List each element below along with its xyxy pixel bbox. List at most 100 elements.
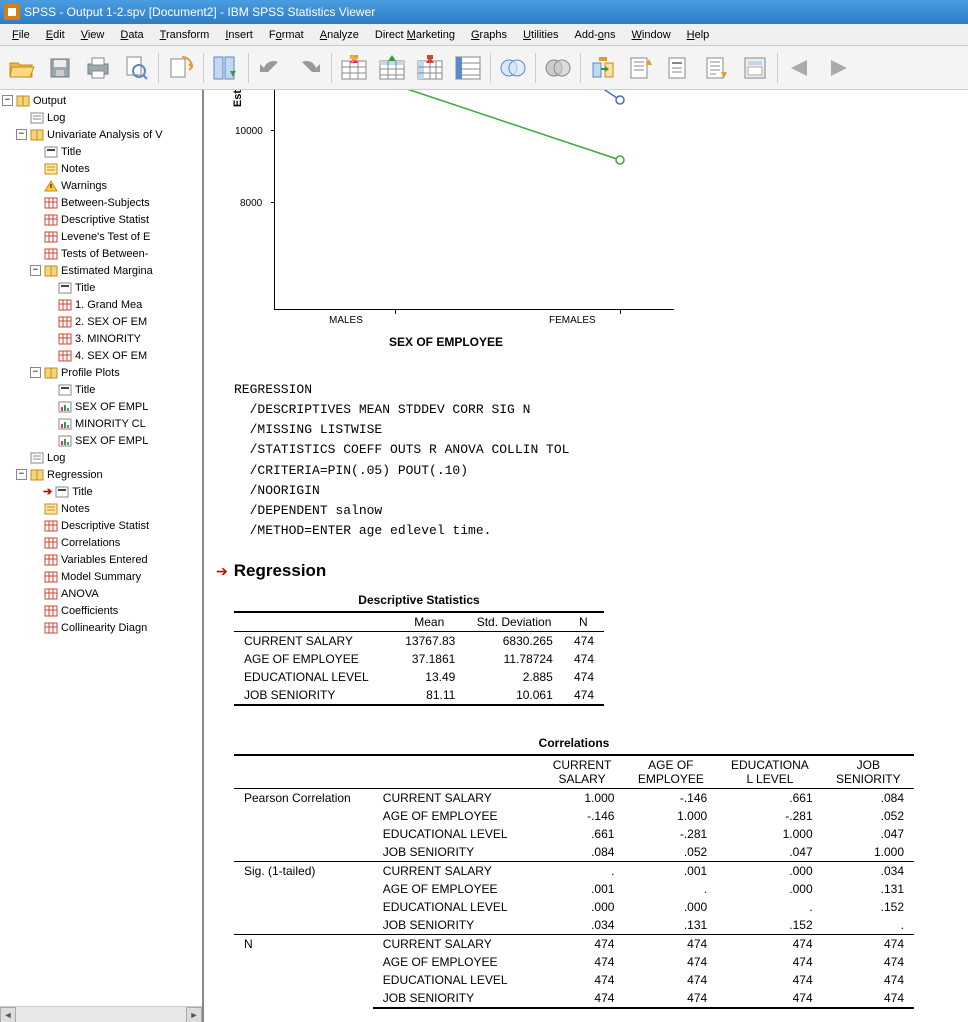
menu-data[interactable]: Data	[112, 27, 151, 43]
outline-item[interactable]: Between-Subjects	[2, 194, 200, 211]
recall-dialog-button[interactable]	[208, 50, 244, 86]
scroll-left-button[interactable]: ◄	[0, 1007, 16, 1022]
cell: .661	[540, 825, 625, 843]
outline-item[interactable]: Notes	[2, 160, 200, 177]
current-marker-icon: ➔	[43, 485, 52, 498]
select-last-button[interactable]	[495, 50, 531, 86]
outline-item[interactable]: Descriptive Statist	[2, 211, 200, 228]
outline-item[interactable]: Log	[2, 449, 200, 466]
regression-heading: Regression	[234, 561, 327, 581]
expand-toggle-icon[interactable]: −	[30, 265, 41, 276]
outline-item[interactable]: Warnings	[2, 177, 200, 194]
expand-toggle-icon[interactable]: −	[16, 469, 27, 480]
correlations-table[interactable]: Correlations CURRENTSALARY AGE OFEMPLOYE…	[234, 736, 914, 1009]
outline-item-label: Log	[47, 112, 65, 124]
menu-insert[interactable]: Insert	[217, 27, 261, 43]
outline-item[interactable]: SEX OF EMPL	[2, 432, 200, 449]
outline-item[interactable]: Correlations	[2, 534, 200, 551]
row-label: AGE OF EMPLOYEE	[373, 880, 540, 898]
profile-plot-chart[interactable]: Est 10000 8000	[224, 90, 724, 360]
export-button[interactable]	[163, 50, 199, 86]
cell: 13.49	[393, 668, 465, 686]
outline-item-icon	[43, 162, 59, 176]
menu-addons[interactable]: Add-ons	[567, 27, 624, 43]
variables-button[interactable]	[450, 50, 486, 86]
cell: .047	[823, 825, 914, 843]
expand-toggle-icon[interactable]: −	[30, 367, 41, 378]
toolbar-separator	[490, 53, 491, 83]
outline-item[interactable]: Title	[2, 279, 200, 296]
row-label: AGE OF EMPLOYEE	[373, 953, 540, 971]
redo-button[interactable]	[291, 50, 327, 86]
outline-item[interactable]: −Univariate Analysis of V	[2, 126, 200, 143]
outline-item[interactable]: Variables Entered	[2, 551, 200, 568]
outline-item[interactable]: 2. SEX OF EM	[2, 313, 200, 330]
outline-hscroll[interactable]: ◄ ►	[0, 1006, 202, 1022]
scroll-right-button[interactable]: ►	[186, 1007, 202, 1022]
goto-variable-button[interactable]	[412, 50, 448, 86]
outline-item[interactable]: Tests of Between-	[2, 245, 200, 262]
syntax-log[interactable]: REGRESSION /DESCRIPTIVES MEAN STDDEV COR…	[234, 380, 968, 541]
row-label: CURRENT SALARY	[373, 862, 540, 881]
outline-item[interactable]: −Profile Plots	[2, 364, 200, 381]
save-button[interactable]	[42, 50, 78, 86]
associate-button[interactable]	[585, 50, 621, 86]
cell: 1.000	[624, 807, 717, 825]
outline-item[interactable]: Collinearity Diagn	[2, 619, 200, 636]
content-pane[interactable]: Est 10000 8000	[204, 90, 968, 1022]
goto-data-button[interactable]	[336, 50, 372, 86]
table-row: Pearson CorrelationCURRENT SALARY1.000-.…	[234, 789, 914, 808]
insert-text-button[interactable]	[699, 50, 735, 86]
insert-heading-button[interactable]	[623, 50, 659, 86]
cell: .	[624, 880, 717, 898]
insert-title-button[interactable]	[661, 50, 697, 86]
outline-item[interactable]: Model Summary	[2, 568, 200, 585]
nav-forward-button[interactable]	[820, 50, 856, 86]
outline-item[interactable]: −Estimated Margina	[2, 262, 200, 279]
outline-item[interactable]: Title	[2, 143, 200, 160]
outline-item[interactable]: Notes	[2, 500, 200, 517]
outline-item[interactable]: 3. MINORITY	[2, 330, 200, 347]
outline-item[interactable]: −Regression	[2, 466, 200, 483]
outline-pane[interactable]: −OutputLog−Univariate Analysis of VTitle…	[0, 90, 204, 1022]
menu-analyze[interactable]: Analyze	[312, 27, 367, 43]
outline-item[interactable]: ➔Title	[2, 483, 200, 500]
outline-item[interactable]: Title	[2, 381, 200, 398]
menu-utilities[interactable]: Utilities	[515, 27, 566, 43]
goto-case-button[interactable]	[374, 50, 410, 86]
outline-item[interactable]: MINORITY CL	[2, 415, 200, 432]
open-button[interactable]	[4, 50, 40, 86]
undo-button[interactable]	[253, 50, 289, 86]
outline-item[interactable]: Levene's Test of E	[2, 228, 200, 245]
show-hidden-button[interactable]	[540, 50, 576, 86]
outline-item[interactable]: Coefficients	[2, 602, 200, 619]
descriptive-statistics-table[interactable]: Descriptive Statistics Mean Std. Deviati…	[234, 593, 604, 706]
print-preview-button[interactable]	[118, 50, 154, 86]
outline-item[interactable]: 1. Grand Mea	[2, 296, 200, 313]
outline-item-icon	[43, 621, 59, 635]
nav-back-button[interactable]	[782, 50, 818, 86]
menu-transform[interactable]: Transform	[152, 27, 218, 43]
outline-item[interactable]: −Output	[2, 92, 200, 109]
menu-file[interactable]: File	[4, 27, 38, 43]
outline-item[interactable]: Descriptive Statist	[2, 517, 200, 534]
outline-item[interactable]: SEX OF EMPL	[2, 398, 200, 415]
run-script-button[interactable]	[737, 50, 773, 86]
menu-edit[interactable]: Edit	[38, 27, 73, 43]
print-button[interactable]	[80, 50, 116, 86]
table-row: EDUCATIONAL LEVEL13.492.885474	[234, 668, 604, 686]
menu-graphs[interactable]: Graphs	[463, 27, 515, 43]
menu-direct-marketing[interactable]: Direct Marketing	[367, 27, 463, 43]
outline-item[interactable]: Log	[2, 109, 200, 126]
expand-toggle-icon[interactable]: −	[16, 129, 27, 140]
menu-help[interactable]: Help	[679, 27, 718, 43]
cell: .661	[717, 789, 822, 808]
expand-toggle-icon[interactable]: −	[2, 95, 13, 106]
menu-window[interactable]: Window	[624, 27, 679, 43]
cell: 474	[563, 668, 604, 686]
outline-item[interactable]: 4. SEX OF EM	[2, 347, 200, 364]
menu-view[interactable]: View	[73, 27, 113, 43]
outline-item[interactable]: ANOVA	[2, 585, 200, 602]
menu-format[interactable]: Format	[261, 27, 312, 43]
outline-tree[interactable]: −OutputLog−Univariate Analysis of VTitle…	[0, 90, 202, 638]
